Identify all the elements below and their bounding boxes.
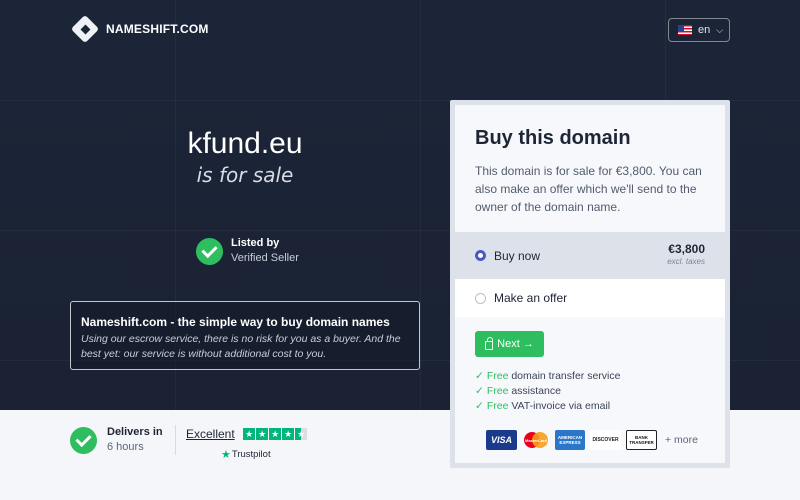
more-payment-methods: + more [665, 434, 698, 446]
info-body: Using our escrow service, there is no ri… [81, 333, 401, 360]
star-icon: ★ [243, 427, 256, 440]
amex-icon: AMERICAN EXPRESS [555, 430, 585, 450]
radio-unselected-icon[interactable] [475, 292, 486, 304]
trustpilot-rating-label[interactable]: Excellent [186, 427, 235, 441]
checkmark-icon: ✓ [475, 370, 484, 382]
feature-text: VAT-invoice via email [511, 400, 611, 412]
delivery-value: 6 hours [107, 441, 144, 453]
checkmark-icon: ✓ [475, 400, 484, 412]
trustpilot-widget[interactable]: Excellent ★ ★ ★ ★ ★ ★ Trustpilot [186, 425, 308, 461]
card-title: Buy this domain [475, 127, 631, 149]
grid-line [420, 0, 421, 410]
seller-info: Listed by Verified Seller [196, 236, 299, 266]
escrow-info-box: Nameshift.com - the simple way to buy do… [70, 301, 420, 370]
option-make-offer[interactable]: Make an offer [455, 279, 725, 317]
visa-icon: VISA [486, 430, 517, 450]
feature-text: domain transfer service [511, 370, 621, 382]
discover-icon: DISCOVER [590, 430, 621, 450]
card-description: This domain is for sale for €3,800. You … [475, 164, 702, 214]
feature-free: Free [486, 370, 509, 382]
feature-item: ✓ Free domain transfer service [475, 369, 705, 384]
language-selector[interactable]: en ⌵ [668, 18, 730, 42]
logo-icon [70, 14, 100, 44]
check-circle-icon [70, 426, 97, 454]
us-flag-icon [678, 25, 692, 35]
feature-item: ✓ Free assistance [475, 384, 705, 399]
check-circle-icon [196, 237, 223, 265]
brand-name: NAMESHIFT.COM [106, 22, 209, 36]
mastercard-icon: MasterCard [522, 430, 550, 450]
feature-free: Free [486, 385, 509, 397]
mastercard-text: MasterCard [524, 437, 547, 443]
chevron-down-icon: ⌵ [716, 24, 724, 35]
nameshift-logo[interactable]: NAMESHIFT.COM [70, 14, 209, 44]
next-button[interactable]: Next → [475, 331, 544, 357]
option-buy-now-label: Buy now [494, 248, 541, 263]
price: €3,800 [668, 242, 705, 256]
delivery-info: Delivers in 6 hours [70, 425, 176, 455]
star-half-icon: ★ [295, 427, 308, 440]
lock-icon [485, 336, 494, 350]
features-list: ✓ Free domain transfer service ✓ Free assi… [475, 369, 705, 414]
feature-free: Free [486, 400, 509, 412]
buy-domain-card: Buy this domain This domain is for sale … [450, 100, 730, 468]
domain-name: kfund.eu [187, 127, 303, 160]
bank-transfer-icon: BANK TRANSFER [626, 430, 657, 450]
for-sale-tagline: is for sale [196, 163, 294, 187]
seller-label: Listed by [231, 237, 280, 249]
next-button-label: Next → [497, 338, 534, 350]
option-make-offer-label: Make an offer [494, 291, 568, 305]
option-buy-now[interactable]: Buy now €3,800 excl. taxes [455, 232, 725, 279]
payment-methods: VISA MasterCard AMERICAN EXPRESS DISCOVE… [486, 430, 705, 450]
language-code: en [698, 24, 711, 36]
price-note: excl. taxes [667, 257, 705, 266]
star-icon: ★ [256, 427, 269, 440]
seller-value: Verified Seller [231, 252, 299, 264]
feature-text: assistance [511, 385, 561, 397]
info-title: Nameshift.com - the simple way to buy do… [81, 315, 390, 329]
checkmark-icon: ✓ [475, 385, 484, 397]
trustpilot-star-icon: ★ [221, 449, 231, 461]
star-icon: ★ [269, 427, 282, 440]
trustpilot-brand: ★ Trustpilot [221, 448, 308, 461]
delivery-label: Delivers in [107, 426, 163, 438]
trustpilot-brand-name: Trustpilot [231, 449, 271, 460]
radio-selected-icon[interactable] [475, 250, 486, 261]
feature-item: ✓ Free VAT-invoice via email [475, 399, 705, 414]
star-icon: ★ [282, 427, 295, 440]
trustpilot-stars: ★ ★ ★ ★ ★ [243, 427, 308, 440]
